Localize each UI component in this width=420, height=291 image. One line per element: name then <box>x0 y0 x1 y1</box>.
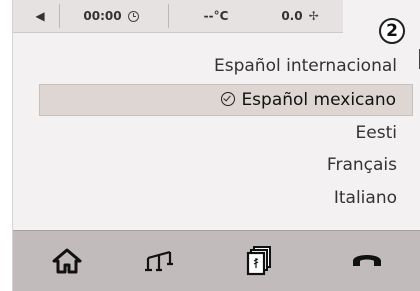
list-item-label: Eesti <box>355 123 397 143</box>
list-item[interactable]: Eesti <box>356 118 397 148</box>
temperature-display: --°C <box>173 0 259 32</box>
list-item[interactable]: Français <box>327 150 397 180</box>
list-item[interactable]: Español internacional <box>214 51 397 81</box>
time-value: 00:00 <box>83 9 122 23</box>
media-icon <box>246 246 271 276</box>
status-bar: ◀ 00:00 --°C 0.0 ✢ <box>13 0 343 33</box>
divider <box>59 4 60 28</box>
list-item[interactable]: Italiano <box>334 183 397 213</box>
callout-number-badge: 2 <box>379 18 405 44</box>
balance-button[interactable] <box>135 241 183 281</box>
bottom-bar <box>13 230 420 291</box>
list-item-label: Español mexicano <box>241 90 396 110</box>
check-circle-icon <box>221 92 236 106</box>
infotainment-screen: ◀ 00:00 --°C 0.0 ✢ 2 Español internacion… <box>12 0 420 291</box>
fan-value: 0.0 <box>281 9 303 23</box>
balance-icon <box>145 250 173 272</box>
clock-icon <box>127 10 139 22</box>
left-arrow-icon: ◀ <box>35 9 45 23</box>
list-item-selected[interactable]: Español mexicano <box>39 84 413 116</box>
list-item-label: Français <box>326 155 397 175</box>
phone-button[interactable] <box>343 241 391 281</box>
divider <box>168 4 169 28</box>
clock-display: 00:00 <box>63 0 159 32</box>
phone-icon <box>353 255 381 266</box>
fan-icon: ✢ <box>308 9 319 23</box>
temperature-value: --°C <box>203 9 229 23</box>
list-item-label: Español internacional <box>214 56 397 76</box>
back-button[interactable]: ◀ <box>23 0 57 32</box>
media-button[interactable] <box>235 241 283 281</box>
home-button[interactable] <box>43 241 91 281</box>
badge-number: 2 <box>386 21 398 41</box>
home-icon <box>52 248 82 274</box>
fan-display: 0.0 ✢ <box>259 0 341 32</box>
list-item-label: Italiano <box>333 188 397 208</box>
